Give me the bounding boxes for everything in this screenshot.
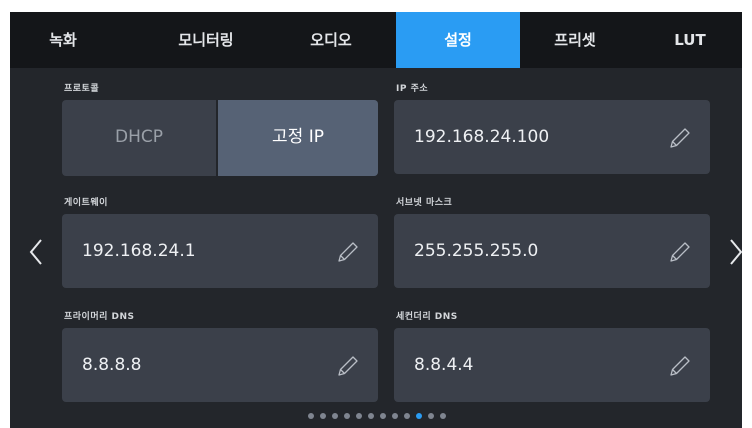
page-dot[interactable] [428, 413, 434, 419]
gateway-field[interactable]: 192.168.24.1 [62, 214, 378, 288]
tab-record[interactable]: 녹화 [10, 12, 116, 68]
primary-dns-label: 프라이머리 DNS [64, 312, 135, 322]
settings-screen: 녹화 모니터링 오디오 설정 프리셋 LUT 프로토콜 DHCP 고정 IP I… [10, 12, 742, 428]
protocol-option-dhcp[interactable]: DHCP [62, 100, 216, 176]
ip-address-value: 192.168.24.100 [414, 127, 550, 147]
tab-lut[interactable]: LUT [638, 12, 742, 68]
primary-dns-field[interactable]: 8.8.8.8 [62, 328, 378, 402]
secondary-dns-value: 8.8.4.4 [414, 355, 474, 375]
tab-bar: 녹화 모니터링 오디오 설정 프리셋 LUT [10, 12, 742, 68]
subnet-mask-value: 255.255.255.0 [414, 241, 539, 261]
pencil-icon[interactable] [336, 354, 360, 378]
gateway-label: 게이트웨이 [64, 198, 108, 208]
page-dot[interactable] [416, 413, 422, 419]
chevron-left-icon[interactable] [28, 238, 44, 266]
page-dot[interactable] [440, 413, 446, 419]
tab-presets[interactable]: 프리셋 [520, 12, 630, 68]
subnet-mask-field[interactable]: 255.255.255.0 [394, 214, 710, 288]
page-dot[interactable] [308, 413, 314, 419]
pencil-icon[interactable] [336, 240, 360, 264]
subnet-mask-label: 서브넷 마스크 [396, 198, 453, 208]
page-dot[interactable] [332, 413, 338, 419]
tab-setup[interactable]: 설정 [396, 12, 520, 68]
protocol-option-static-ip[interactable]: 고정 IP [218, 100, 378, 176]
tab-monitor[interactable]: 모니터링 [146, 12, 266, 68]
page-dot[interactable] [320, 413, 326, 419]
ip-address-field[interactable]: 192.168.24.100 [394, 100, 710, 174]
ip-address-label: IP 주소 [396, 84, 429, 94]
primary-dns-value: 8.8.8.8 [82, 355, 142, 375]
pencil-icon[interactable] [668, 240, 692, 264]
tab-audio[interactable]: 오디오 [276, 12, 386, 68]
page-dot[interactable] [380, 413, 386, 419]
page-dot[interactable] [404, 413, 410, 419]
secondary-dns-field[interactable]: 8.8.4.4 [394, 328, 710, 402]
secondary-dns-label: 세컨더리 DNS [396, 312, 458, 322]
pencil-icon[interactable] [668, 354, 692, 378]
page-dot[interactable] [344, 413, 350, 419]
pencil-icon[interactable] [668, 126, 692, 150]
protocol-label: 프로토콜 [64, 84, 100, 94]
page-dot[interactable] [356, 413, 362, 419]
page-dot[interactable] [368, 413, 374, 419]
protocol-selector: DHCP 고정 IP [62, 100, 378, 176]
page-dot[interactable] [392, 413, 398, 419]
chevron-right-icon[interactable] [728, 238, 742, 266]
gateway-value: 192.168.24.1 [82, 241, 196, 261]
